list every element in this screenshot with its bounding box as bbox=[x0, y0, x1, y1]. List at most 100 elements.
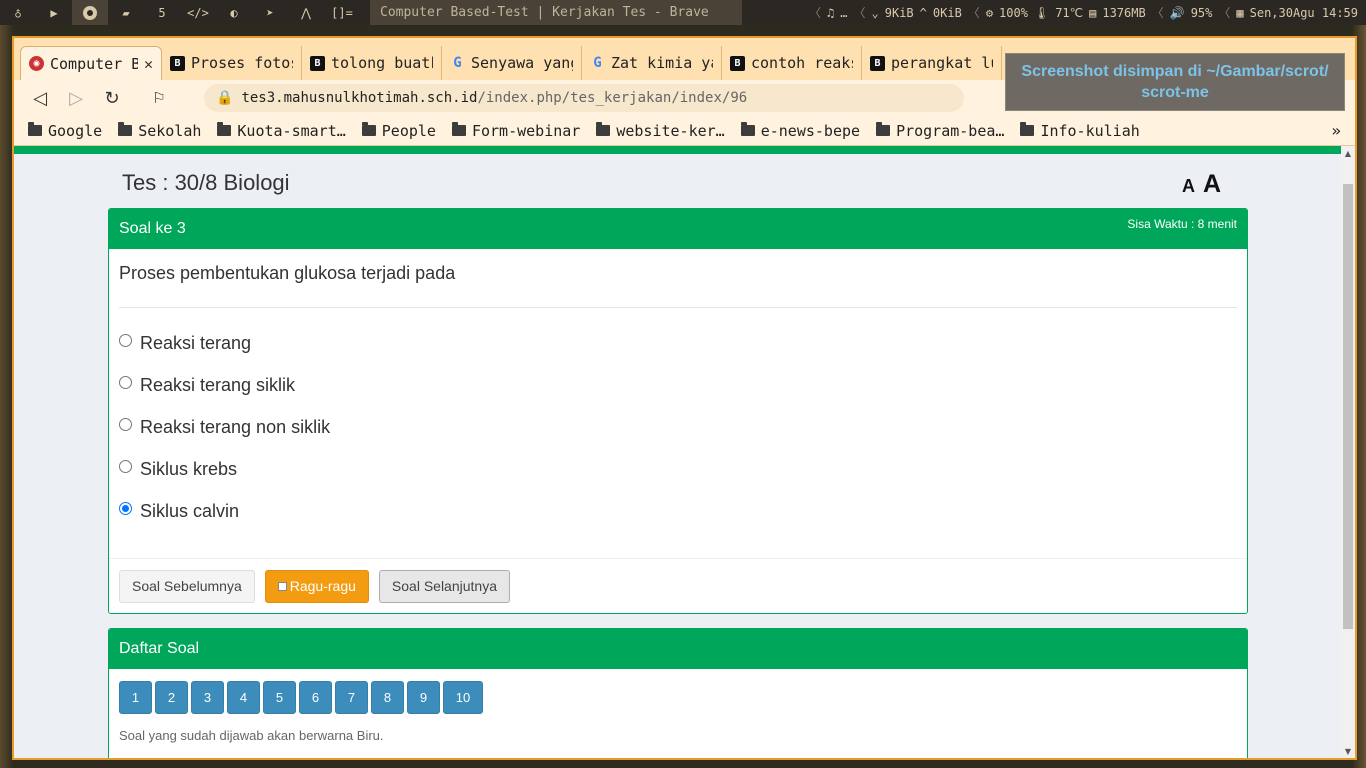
header-bar bbox=[14, 146, 1341, 154]
memory-icon: ▤ bbox=[1089, 5, 1097, 20]
bookmarks-overflow-icon[interactable]: » bbox=[1331, 121, 1341, 140]
option-radio[interactable] bbox=[119, 333, 132, 347]
question-text: Proses pembentukan glukosa terjadi pada bbox=[119, 263, 456, 283]
option-d[interactable]: Siklus krebs bbox=[119, 448, 1237, 490]
tab-proses-fotosintesis[interactable]: B Proses fotosintesis bbox=[162, 46, 302, 80]
music-icon: ♫ bbox=[827, 5, 835, 20]
bookmark-kuota-smart[interactable]: Kuota-smart… bbox=[217, 122, 346, 140]
folder-icon bbox=[451, 122, 466, 136]
question-9-button[interactable]: 9 bbox=[407, 681, 440, 714]
question-5-button[interactable]: 5 bbox=[263, 681, 296, 714]
question-1-button[interactable]: 1 bbox=[119, 681, 152, 714]
bookmark-form-webinar[interactable]: Form-webinar bbox=[451, 122, 580, 140]
workspace-1-icon[interactable]: ♁ bbox=[0, 0, 36, 25]
cpu-icon: ⚙ bbox=[985, 5, 994, 20]
bookmark-label: Google bbox=[48, 121, 103, 140]
font-decrease-button[interactable]: A bbox=[1182, 176, 1195, 197]
window-title: Computer Based-Test | Kerjakan Tes - Bra… bbox=[370, 0, 742, 25]
reload-icon[interactable]: ↻ bbox=[96, 83, 128, 113]
question-box: Soal ke 3 Sisa Waktu : 8 menit Proses pe… bbox=[108, 208, 1248, 614]
tab-computer-based-test[interactable]: ◉ Computer Based-Test ✕ bbox=[20, 46, 162, 80]
net-up: 0KiB bbox=[932, 5, 962, 20]
question-7-button[interactable]: 7 bbox=[335, 681, 368, 714]
forward-icon[interactable]: ▷ bbox=[60, 83, 92, 113]
close-tab-icon[interactable]: ✕ bbox=[144, 55, 153, 73]
bookmark-info-kuliah[interactable]: Info-kuliah bbox=[1020, 122, 1140, 140]
tab-label: contoh reaksi bbox=[751, 54, 853, 72]
folder-icon bbox=[596, 122, 611, 136]
layout-indicator[interactable]: []= bbox=[324, 0, 360, 25]
workspace-code-icon[interactable]: </> bbox=[180, 0, 216, 25]
doubt-label: Ragu-ragu bbox=[289, 578, 356, 594]
net-up-icon: ^ bbox=[919, 5, 927, 20]
time-remaining: Sisa Waktu : 8 menit bbox=[1127, 217, 1237, 231]
folder-icon bbox=[876, 122, 891, 136]
tab-perangkat-lunak[interactable]: B perangkat lunak bbox=[862, 46, 1002, 80]
back-icon[interactable]: ◁ bbox=[24, 83, 56, 113]
question-8-button[interactable]: 8 bbox=[371, 681, 404, 714]
folder-icon bbox=[740, 122, 755, 136]
google-icon: G bbox=[593, 55, 602, 71]
bookmark-sekolah[interactable]: Sekolah bbox=[118, 122, 201, 140]
option-b[interactable]: Reaksi terang siklik bbox=[119, 364, 1237, 406]
tab-label: Computer Based-Test bbox=[50, 54, 138, 73]
lock-icon: 🔒 bbox=[216, 90, 234, 106]
bookmark-e-news-bepe[interactable]: e-news-bepe bbox=[740, 121, 861, 140]
option-label: Reaksi terang bbox=[140, 332, 252, 353]
workspace-9-icon[interactable]: ⋀ bbox=[288, 0, 324, 25]
previous-question-button[interactable]: Soal Sebelumnya bbox=[119, 569, 255, 603]
option-e[interactable]: Siklus calvin bbox=[119, 490, 1237, 532]
font-increase-button[interactable]: A bbox=[1203, 170, 1221, 199]
workspace-4-icon[interactable]: ▰ bbox=[108, 0, 144, 25]
option-radio[interactable] bbox=[119, 417, 132, 431]
page-scrollbar[interactable]: ▲ ▼ bbox=[1341, 146, 1355, 758]
next-question-button[interactable]: Soal Selanjutnya bbox=[378, 569, 510, 603]
bookmark-label: e-news-bepe bbox=[760, 121, 861, 140]
page-title: Tes : 30/8 Biologi bbox=[122, 170, 290, 195]
scroll-up-icon[interactable]: ▲ bbox=[1341, 146, 1355, 160]
doubt-checkbox[interactable] bbox=[277, 581, 287, 591]
question-header: Soal ke 3 Sisa Waktu : 8 menit bbox=[109, 209, 1247, 249]
scrollbar-thumb[interactable] bbox=[1343, 184, 1353, 629]
google-icon: G bbox=[453, 55, 462, 71]
option-radio[interactable] bbox=[119, 459, 132, 473]
bookmark-icon[interactable]: ⚐ bbox=[146, 84, 172, 112]
notification-line-1: Screenshot disimpan di ~/Gambar/scrot/ bbox=[1021, 63, 1329, 80]
folder-icon bbox=[217, 122, 232, 136]
b-icon: B bbox=[310, 55, 325, 71]
folder-icon bbox=[118, 122, 133, 136]
option-a[interactable]: Reaksi terang bbox=[119, 322, 1237, 364]
option-radio[interactable] bbox=[119, 375, 132, 389]
workspace-5-label[interactable]: 5 bbox=[144, 0, 180, 25]
answered-hint: Soal yang sudah dijawab akan berwarna Bi… bbox=[119, 728, 384, 743]
workspace-telegram-icon[interactable]: ➤ bbox=[252, 0, 288, 25]
temperature: 71℃ bbox=[1055, 5, 1084, 20]
question-10-button[interactable]: 10 bbox=[443, 681, 483, 714]
b-icon: B bbox=[870, 55, 885, 71]
bookmark-people[interactable]: People bbox=[361, 122, 436, 140]
scroll-down-icon[interactable]: ▼ bbox=[1341, 744, 1355, 758]
workspace-2-icon[interactable]: ▶ bbox=[36, 0, 72, 25]
bookmark-program-bea[interactable]: Program-bea… bbox=[876, 122, 1004, 140]
tab-contoh-reaksi[interactable]: B contoh reaksi bbox=[722, 46, 862, 80]
question-4-button[interactable]: 4 bbox=[227, 681, 260, 714]
b-icon: B bbox=[730, 55, 745, 71]
question-3-button[interactable]: 3 bbox=[191, 681, 224, 714]
question-2-button[interactable]: 2 bbox=[155, 681, 188, 714]
question-6-button[interactable]: 6 bbox=[299, 681, 332, 714]
datetime: Sen,30Agu 14:59 bbox=[1249, 5, 1358, 20]
workspace-7-icon[interactable]: ◐ bbox=[216, 0, 252, 25]
bookmark-website-ker[interactable]: website-ker… bbox=[596, 122, 725, 140]
option-c[interactable]: Reaksi terang non siklik bbox=[119, 406, 1237, 448]
tab-tolong-buatkan[interactable]: B tolong buatkan bbox=[302, 46, 442, 80]
workspace-3-icon[interactable] bbox=[72, 0, 108, 25]
tab-senyawa[interactable]: G Senyawa yang bbox=[442, 46, 582, 80]
font-size-controls: A A bbox=[1182, 170, 1221, 199]
tab-zat-kimia[interactable]: G Zat kimia yang bbox=[582, 46, 722, 80]
option-radio-selected[interactable] bbox=[119, 501, 132, 515]
answer-options: Reaksi terang Reaksi terang siklik Reaks… bbox=[109, 308, 1247, 532]
doubt-button[interactable]: Ragu-ragu bbox=[264, 569, 369, 603]
folder-icon bbox=[361, 122, 376, 136]
address-bar[interactable]: 🔒 tes3.mahusnulkhotimah.sch.id/index.php… bbox=[204, 84, 964, 112]
bookmark-google[interactable]: Google bbox=[28, 122, 102, 140]
